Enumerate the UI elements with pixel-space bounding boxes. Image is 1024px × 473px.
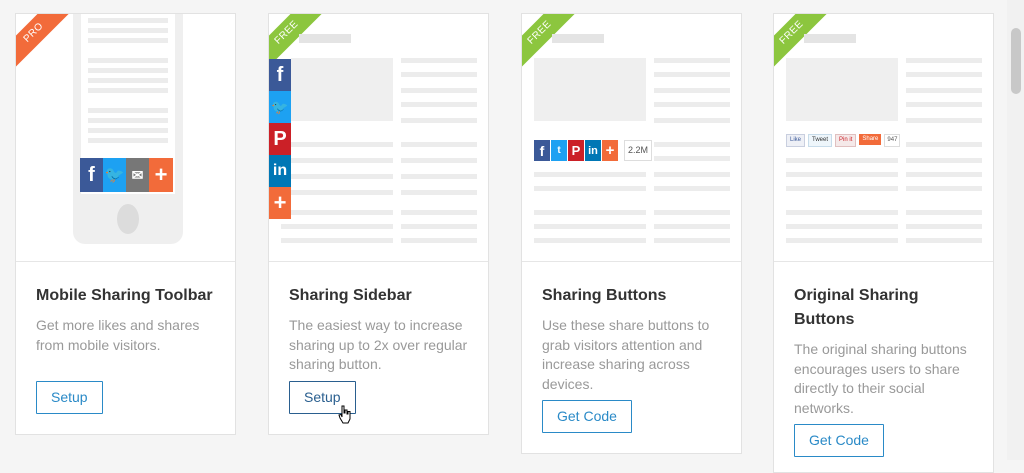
plus-icon: + <box>149 158 173 192</box>
share-button: Share <box>859 134 882 145</box>
plus-icon: + <box>269 187 291 219</box>
share-buttons-row: f t P in + 2.2M <box>534 140 653 161</box>
card-description: The original sharing buttons encourages … <box>794 341 967 416</box>
vertical-scrollbar[interactable] <box>1007 0 1024 460</box>
card-description: Use these share buttons to grab visitors… <box>542 317 710 392</box>
linkedin-icon: in <box>269 155 291 187</box>
card-original-sharing-buttons: FREE Like Tweet Pin it Share 947 Origina… <box>773 13 994 473</box>
get-code-button[interactable]: Get Code <box>794 424 884 457</box>
pin-it-button: Pin it <box>835 134 857 147</box>
card-preview: FREE f t P in + 2.2M <box>522 14 741 262</box>
card-title: Sharing Sidebar <box>289 287 412 304</box>
facebook-icon: f <box>534 140 550 161</box>
original-buttons-row: Like Tweet Pin it Share 947 <box>786 134 901 147</box>
sidebar-share-bar: f 🐦 P in + <box>269 59 291 219</box>
card-mobile-sharing-toolbar: PRO f 🐦 ✉ + Mobile Sharing Toolbar Get m… <box>15 13 236 435</box>
share-count: 2.2M <box>624 140 653 161</box>
card-title: Mobile Sharing Toolbar <box>36 287 213 304</box>
card-description: Get more likes and shares from mobile vi… <box>36 317 200 353</box>
card-title: Original Sharing Buttons <box>794 287 919 328</box>
card-sharing-sidebar: FREE f 🐦 P in + Sharing Sidebar The easi <box>268 13 489 435</box>
card-preview: PRO f 🐦 ✉ + <box>16 14 235 262</box>
scrollbar-thumb[interactable] <box>1011 28 1021 94</box>
get-code-button[interactable]: Get Code <box>542 400 632 433</box>
hand-cursor-icon <box>338 405 351 424</box>
card-title: Sharing Buttons <box>542 287 667 304</box>
pro-badge: PRO <box>16 14 71 70</box>
facebook-icon: f <box>269 59 291 91</box>
card-preview: FREE Like Tweet Pin it Share 947 <box>774 14 993 262</box>
card-preview: FREE f 🐦 P in + <box>269 14 488 262</box>
card-sharing-buttons: FREE f t P in + 2.2M Sharing Buttons Use <box>521 13 742 454</box>
pinterest-icon: P <box>269 123 291 155</box>
linkedin-icon: in <box>585 140 601 161</box>
facebook-like-button: Like <box>786 134 806 147</box>
plus-icon: + <box>602 140 618 161</box>
card-description: The easiest way to increase sharing up t… <box>289 317 468 372</box>
mobile-share-toolbar: f 🐦 ✉ + <box>80 158 173 192</box>
email-icon: ✉ <box>126 158 149 192</box>
tweet-button: Tweet <box>808 134 833 147</box>
share-count: 947 <box>884 134 901 147</box>
setup-button[interactable]: Setup <box>36 381 103 414</box>
twitter-icon: 🐦 <box>269 91 291 123</box>
facebook-icon: f <box>80 158 103 192</box>
pinterest-icon: P <box>568 140 584 161</box>
twitter-icon: t <box>551 140 567 161</box>
twitter-icon: 🐦 <box>103 158 126 192</box>
